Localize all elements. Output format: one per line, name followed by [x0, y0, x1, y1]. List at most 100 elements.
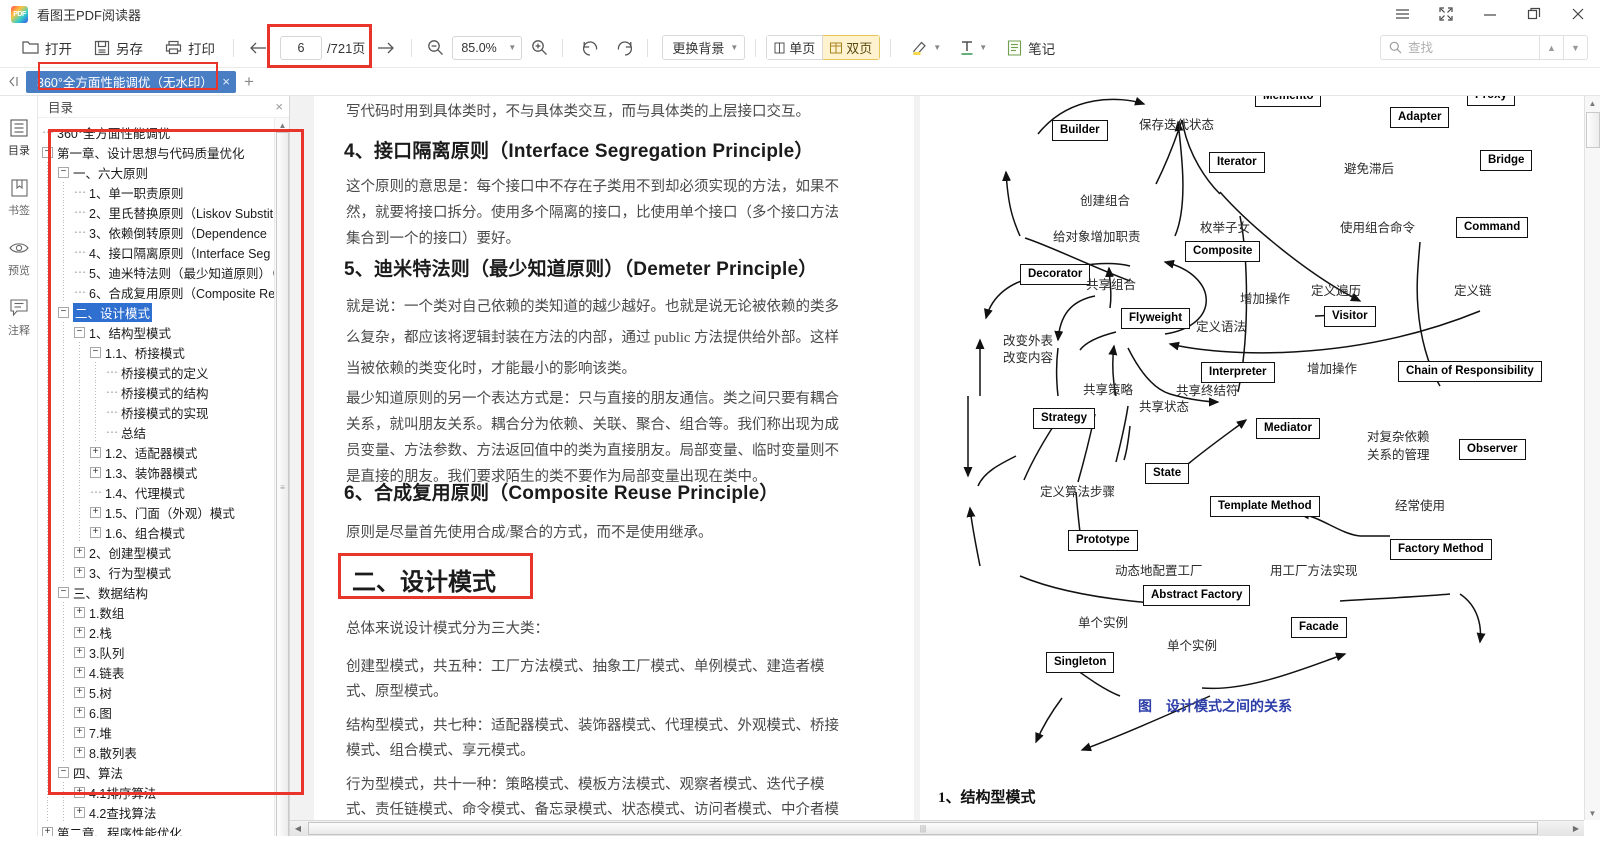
- fullscreen-icon[interactable]: [1424, 0, 1468, 28]
- expand-icon[interactable]: +: [74, 666, 85, 678]
- highlight-tool-button[interactable]: ▼: [903, 34, 949, 62]
- document-tab-0[interactable]: 360°全方面性能调优（无水印） ×: [26, 70, 236, 93]
- outline-item[interactable]: ⋯ 2、里氏替换原则（Liskov Substit: [42, 202, 289, 222]
- zoom-out-button[interactable]: [422, 35, 448, 61]
- outline-item[interactable]: ⋯ 4、接口隔离原则（Interface Seg: [42, 242, 289, 262]
- search-box[interactable]: [1380, 35, 1540, 60]
- search-input[interactable]: [1408, 40, 1528, 55]
- expand-icon[interactable]: +: [74, 566, 85, 578]
- rotate-left-button[interactable]: [577, 35, 603, 61]
- outline-item[interactable]: − 四、算法: [42, 762, 289, 782]
- viewer-hscroll-thumb[interactable]: |||: [308, 822, 1538, 835]
- collapse-icon[interactable]: −: [42, 146, 53, 158]
- outline-item[interactable]: +7.堆: [42, 722, 289, 742]
- minimize-icon[interactable]: [1468, 0, 1512, 28]
- expand-icon[interactable]: +: [74, 806, 85, 818]
- outline-item[interactable]: ⋯ 桥接模式的结构: [42, 382, 289, 402]
- single-page-button[interactable]: 单页: [766, 35, 824, 60]
- page-number-input[interactable]: [280, 35, 322, 60]
- expand-icon[interactable]: +: [90, 466, 101, 478]
- outline-item[interactable]: − 二、设计模式: [42, 302, 289, 322]
- rail-item-bookmark[interactable]: 书签: [0, 168, 38, 228]
- notes-button[interactable]: 笔记: [999, 34, 1063, 62]
- outline-item[interactable]: ⋯ 1.4、代理模式: [42, 482, 289, 502]
- outline-item[interactable]: ⋯ 桥接模式的定义: [42, 362, 289, 382]
- outline-item[interactable]: +4.2查找算法: [42, 802, 289, 822]
- expand-icon[interactable]: +: [42, 826, 53, 836]
- zoom-in-button[interactable]: [526, 35, 552, 61]
- outline-item[interactable]: +1.3、装饰器模式: [42, 462, 289, 482]
- outline-item[interactable]: − 第一章、设计思想与代码质量优化: [42, 142, 289, 162]
- expand-icon[interactable]: +: [74, 706, 85, 718]
- viewer-scroll-left-arrow[interactable]: ◀: [290, 821, 306, 836]
- search-next-button[interactable]: ▼: [1564, 35, 1588, 60]
- outline-item[interactable]: +8.散列表: [42, 742, 289, 762]
- outline-item[interactable]: − 三、数据结构: [42, 582, 289, 602]
- viewer-scroll-thumb[interactable]: [1586, 112, 1600, 148]
- rail-item-preview[interactable]: 预览: [0, 228, 38, 288]
- saveas-button[interactable]: 另存: [86, 34, 151, 62]
- next-page-button[interactable]: [371, 34, 401, 62]
- background-select[interactable]: 更换背景 ▼: [662, 35, 746, 60]
- expand-icon[interactable]: +: [74, 606, 85, 618]
- expand-icon[interactable]: +: [90, 446, 101, 458]
- outline-item[interactable]: ⋯ 桥接模式的实现: [42, 402, 289, 422]
- outline-item[interactable]: +1.6、组合模式: [42, 522, 289, 542]
- outline-item[interactable]: +2、创建型模式: [42, 542, 289, 562]
- close-icon[interactable]: ×: [222, 74, 230, 89]
- expand-icon[interactable]: +: [90, 506, 101, 518]
- new-tab-button[interactable]: +: [236, 68, 262, 96]
- double-page-button[interactable]: 双页: [823, 35, 881, 60]
- outline-item[interactable]: ⋯ 5、迪米特法则（最少知道原则）（: [42, 262, 289, 282]
- rail-item-outline[interactable]: 目录: [0, 108, 38, 168]
- close-icon[interactable]: [1556, 0, 1600, 28]
- search-prev-button[interactable]: ▲: [1540, 35, 1564, 60]
- outline-item[interactable]: ⋯ 3、依赖倒转原则（Dependence: [42, 222, 289, 242]
- outline-item[interactable]: + 第二章、程序性能优化: [42, 822, 289, 836]
- expand-icon[interactable]: +: [74, 786, 85, 798]
- outline-item[interactable]: +2.栈: [42, 622, 289, 642]
- viewer-horizontal-scrollbar[interactable]: ◀ ||| ▶: [290, 820, 1584, 836]
- rail-item-comment[interactable]: 注释: [0, 288, 38, 348]
- expand-icon[interactable]: +: [74, 646, 85, 658]
- outline-item[interactable]: ⋯ 总结: [42, 422, 289, 442]
- menu-icon[interactable]: [1380, 0, 1424, 28]
- viewer-scroll-right-arrow[interactable]: ▶: [1568, 821, 1584, 836]
- prev-page-button[interactable]: [244, 34, 274, 62]
- outline-item[interactable]: +6.图: [42, 702, 289, 722]
- expand-icon[interactable]: +: [74, 546, 85, 558]
- outline-item[interactable]: +3.队列: [42, 642, 289, 662]
- maximize-icon[interactable]: [1512, 0, 1556, 28]
- expand-icon[interactable]: +: [74, 726, 85, 738]
- outline-item[interactable]: +5.树: [42, 682, 289, 702]
- outline-item[interactable]: +4.1排序算法: [42, 782, 289, 802]
- outline-tree[interactable]: ⋯ 360°全方面性能调优 − 第一章、设计思想与代码质量优化 − 一、六大原则 ⋯ 1、单一…: [38, 118, 289, 836]
- outline-item[interactable]: ⋯ 1、单一职责原则: [42, 182, 289, 202]
- outline-item[interactable]: −1、结构型模式: [42, 322, 289, 342]
- open-button[interactable]: 打开: [14, 34, 80, 62]
- collapse-icon[interactable]: −: [58, 586, 69, 598]
- outline-item[interactable]: +3、行为型模式: [42, 562, 289, 582]
- close-icon[interactable]: ×: [275, 99, 283, 114]
- print-button[interactable]: 打印: [157, 34, 223, 62]
- collapse-icon[interactable]: −: [58, 306, 69, 318]
- viewer-scroll-down-arrow[interactable]: ▼: [1585, 806, 1600, 820]
- outline-item[interactable]: +1.5、门面（外观）模式: [42, 502, 289, 522]
- collapse-icon[interactable]: −: [74, 326, 85, 338]
- outline-scrollbar[interactable]: ▲ ≡: [274, 118, 289, 836]
- collapse-icon[interactable]: −: [58, 166, 69, 178]
- zoom-level-select[interactable]: 85.0% ▼: [452, 35, 523, 60]
- expand-icon[interactable]: +: [90, 526, 101, 538]
- outline-item[interactable]: +4.链表: [42, 662, 289, 682]
- outline-item[interactable]: −1.1、桥接模式: [42, 342, 289, 362]
- outline-item[interactable]: − 一、六大原则: [42, 162, 289, 182]
- expand-icon[interactable]: +: [74, 626, 85, 638]
- outline-item[interactable]: ⋯ 6、合成复用原则（Composite Re: [42, 282, 289, 302]
- rotate-right-button[interactable]: [611, 35, 637, 61]
- collapse-icon[interactable]: −: [58, 766, 69, 778]
- expand-icon[interactable]: +: [74, 686, 85, 698]
- tab-scroll-left-button[interactable]: [0, 68, 26, 96]
- outline-item[interactable]: +1.2、适配器模式: [42, 442, 289, 462]
- collapse-icon[interactable]: −: [90, 346, 101, 358]
- text-tool-button[interactable]: ▼: [951, 34, 995, 62]
